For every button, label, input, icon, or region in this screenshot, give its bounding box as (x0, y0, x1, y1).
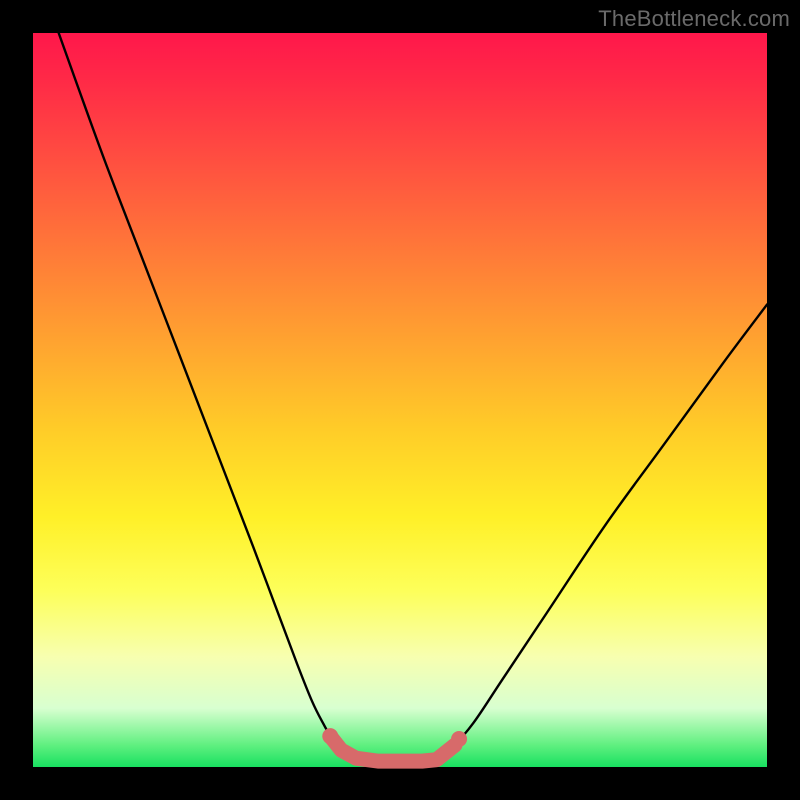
watermark-text: TheBottleneck.com (598, 6, 790, 32)
salmon-markers (322, 728, 467, 761)
salmon-dot-right (451, 731, 467, 747)
salmon-segment-path (330, 736, 455, 761)
curve-svg (33, 33, 767, 767)
plot-area (33, 33, 767, 767)
bottleneck-curve (59, 33, 767, 762)
salmon-dot-left (322, 728, 338, 744)
outer-frame: TheBottleneck.com (0, 0, 800, 800)
